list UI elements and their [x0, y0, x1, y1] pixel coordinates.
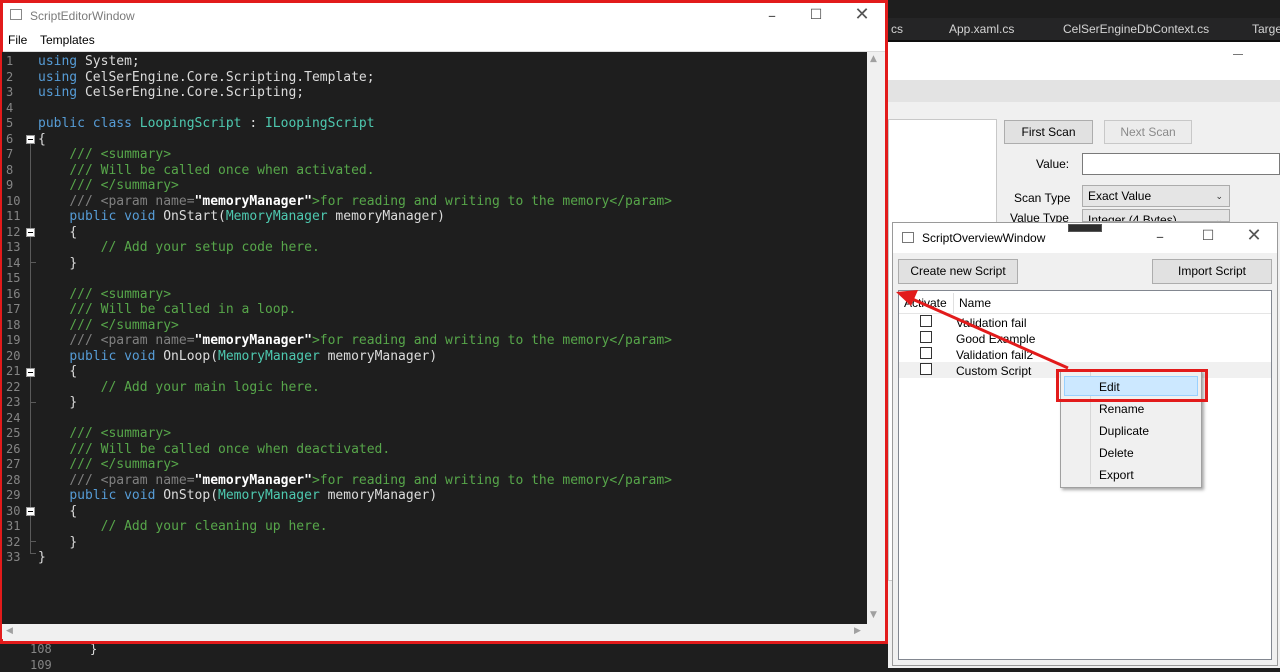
annotation-arrow-icon: [896, 290, 1069, 370]
